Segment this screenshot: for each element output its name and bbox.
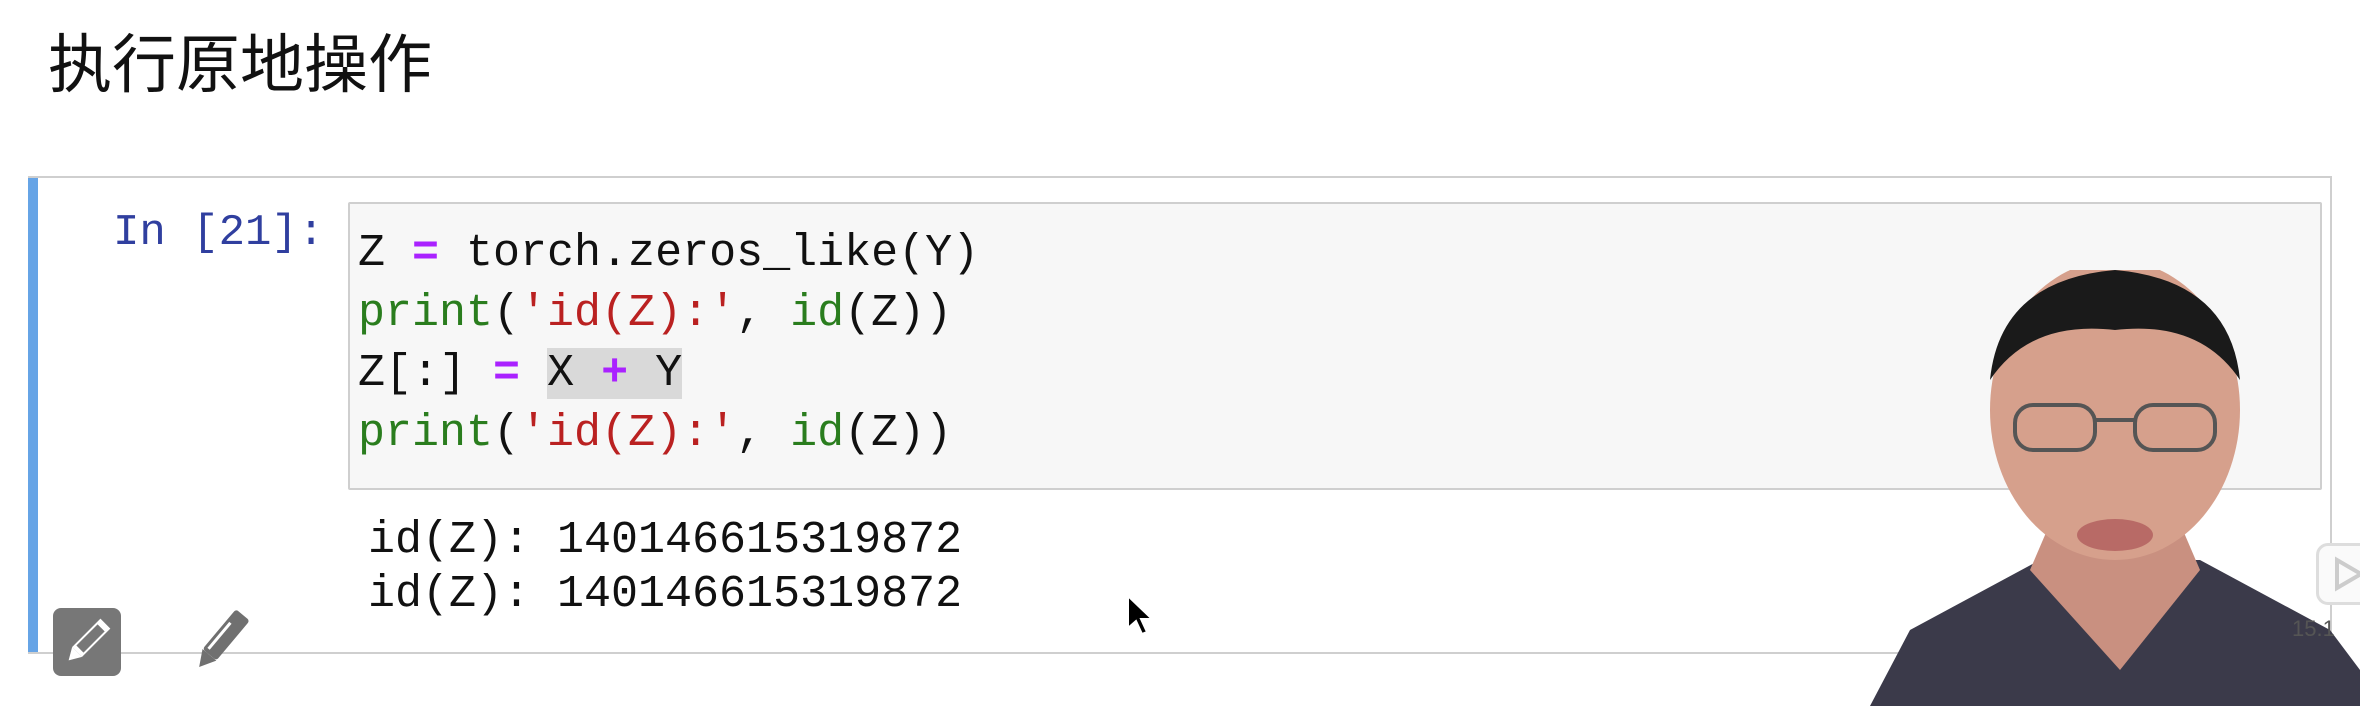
output-line: id(Z): 140146615319872	[368, 569, 963, 620]
code-line-2: print('id(Z):', id(Z))	[358, 288, 953, 339]
mouse-cursor-icon	[1126, 593, 1156, 643]
section-title: 执行原地操作	[48, 29, 432, 103]
pencil-icon[interactable]	[185, 605, 257, 682]
text-selection: X + Y	[547, 348, 683, 399]
cell-selection-bar	[28, 178, 38, 652]
cell-output: id(Z): 140146615319872 id(Z): 1401466153…	[368, 514, 962, 622]
code-line-3: Z[:] = X + Y	[358, 348, 683, 399]
output-line: id(Z): 140146615319872	[368, 515, 963, 566]
edit-pencil-box-icon[interactable]	[53, 608, 121, 676]
input-prompt: In [21]:	[113, 208, 325, 258]
version-label: 15.1	[2292, 616, 2335, 641]
code-line-4: print('id(Z):', id(Z))	[358, 408, 953, 459]
code-line-1: Z = torch.zeros_like(Y)	[358, 228, 980, 279]
presenter-video-overlay	[1870, 260, 2360, 711]
play-icon[interactable]	[2316, 543, 2360, 605]
code-text[interactable]: Z = torch.zeros_like(Y) print('id(Z):', …	[358, 224, 979, 464]
